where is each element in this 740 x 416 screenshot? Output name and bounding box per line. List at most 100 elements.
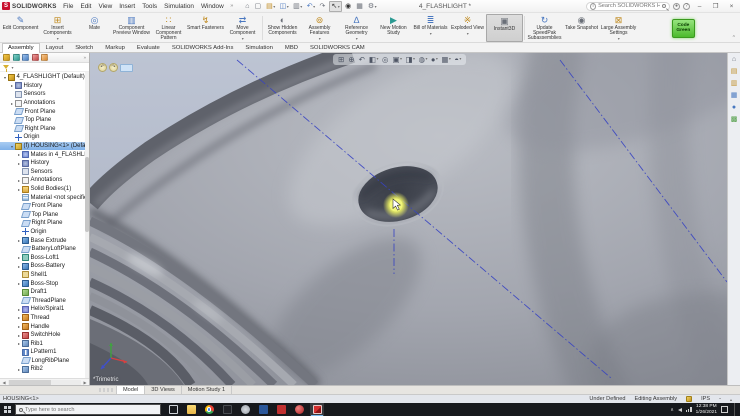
command-tab[interactable]: SOLIDWORKS CAM	[304, 43, 371, 52]
solidworks-resources-icon[interactable]: ⌂	[732, 56, 736, 64]
action-center-icon[interactable]	[721, 406, 728, 413]
feature-tree-item[interactable]: ▾ (f) HOUSING<1> (Default)	[0, 141, 89, 151]
red-app-icon[interactable]	[274, 403, 288, 416]
3d-model-scene[interactable]	[90, 53, 727, 385]
feature-tree-item[interactable]: LongRibPlane	[0, 357, 89, 366]
login-icon[interactable]: ●	[673, 2, 680, 10]
section-view-icon[interactable]: ◧ ▾	[369, 55, 379, 64]
tree-horizontal-scrollbar[interactable]: ◀ ▶	[0, 378, 89, 385]
help-search-box[interactable]: i	[586, 1, 670, 11]
feature-tree-item[interactable]: ▸ Boss-Loft1	[0, 253, 89, 262]
select-icon[interactable]: ↖ ▾	[329, 0, 342, 12]
feature-tree-item[interactable]: ▸ Annotations	[0, 99, 89, 108]
scrollbar-track[interactable]	[8, 379, 81, 385]
restore-button[interactable]: ❐	[709, 2, 722, 10]
feature-tree-item[interactable]: ▸ Base Extrude	[0, 236, 89, 245]
scrollbar-thumb[interactable]	[9, 379, 51, 385]
menu-item[interactable]: Edit	[77, 2, 95, 11]
document-tab[interactable]: Model	[116, 386, 146, 394]
new-document-icon[interactable]: ▢	[253, 1, 262, 12]
chrome-icon[interactable]	[202, 403, 216, 416]
close-button[interactable]: ×	[725, 3, 738, 10]
dark-app-icon[interactable]	[220, 403, 234, 416]
panel-tabs-overflow-icon[interactable]: »	[83, 55, 86, 60]
feature-tree-item[interactable]: ▾ 4_FLASHLIGHT (Default) <Disp	[0, 73, 89, 82]
status-expand-icon[interactable]: ▴	[730, 397, 732, 402]
zoom-to-area-icon[interactable]: ⊕	[348, 55, 355, 64]
menu-item[interactable]: View	[95, 2, 116, 11]
view-back-button[interactable]: ↶	[98, 63, 107, 72]
zoom-to-fit-icon[interactable]: ⊞	[338, 55, 345, 64]
feature-tree-item[interactable]: Top Plane	[0, 211, 89, 220]
take-snapshot-button[interactable]: ◉ Take Snapshot	[563, 14, 600, 42]
scroll-right-icon[interactable]: ▶	[81, 380, 89, 385]
hide-show-items-icon[interactable]: ◍ ▾	[418, 55, 427, 64]
help-icon[interactable]: ?	[683, 2, 690, 10]
feature-tree-item[interactable]: ▸ Boss-Stop	[0, 279, 89, 288]
open-document-icon[interactable]: ▤ ▾	[265, 1, 276, 12]
feature-tree-item[interactable]: Top Plane	[0, 116, 89, 125]
previous-view-icon[interactable]: ↶	[359, 55, 366, 64]
featuremanager-tab-icon[interactable]	[3, 54, 10, 61]
displaymanager-tab-icon[interactable]	[41, 54, 48, 61]
taskbar-search-box[interactable]	[15, 404, 161, 415]
document-tab[interactable]: 3D Views	[145, 386, 182, 394]
appearances-icon[interactable]: ●	[732, 104, 736, 112]
new-motion-study-button[interactable]: ▶ New Motion Study	[375, 14, 412, 42]
search-icon[interactable]	[662, 4, 666, 8]
command-tab[interactable]: Markup	[99, 43, 131, 52]
dynamic-annotation-views-icon[interactable]: ◎	[382, 55, 389, 64]
feature-tree-item[interactable]: Right Plane	[0, 219, 89, 228]
command-tab[interactable]: Sketch	[69, 43, 99, 52]
custom-properties-icon[interactable]: ▩	[731, 116, 738, 124]
edit-component-button[interactable]: ✎ Edit Component	[2, 14, 39, 42]
feature-tree-item[interactable]: Front Plane	[0, 107, 89, 116]
rebuild-icon[interactable]: ◉	[344, 1, 353, 12]
command-tab[interactable]: Layout	[40, 43, 70, 52]
feature-tree-item[interactable]: ▸ History	[0, 159, 89, 168]
dropdown-arrow-icon[interactable]: ▾	[12, 65, 14, 70]
file-explorer-icon[interactable]	[184, 403, 198, 416]
menu-item[interactable]: Insert	[116, 2, 139, 11]
feature-tree-item[interactable]: ▸ History	[0, 82, 89, 91]
view-forward-button[interactable]: ↷	[109, 63, 118, 72]
configurationmanager-tab-icon[interactable]	[22, 54, 29, 61]
feature-tree-item[interactable]: Right Plane	[0, 125, 89, 134]
bill-of-materials-button[interactable]: ≣ Bill of Materials ▾	[412, 14, 449, 42]
instant3d-button[interactable]: ▣ Instant3D	[486, 14, 523, 42]
hidden-icons-caret[interactable]: ∧	[670, 407, 674, 413]
menu-item[interactable]: Window	[197, 2, 227, 11]
command-tab[interactable]: Evaluate	[131, 43, 166, 52]
feature-tree-item[interactable]: ▸ Handle	[0, 322, 89, 331]
task-view-button[interactable]	[166, 403, 180, 416]
feature-tree-item[interactable]: ▸ Rib1	[0, 339, 89, 348]
feature-tree-item[interactable]: Origin	[0, 133, 89, 142]
update-speedpak-button[interactable]: ↻ Update SpeedPak Subassemblies	[526, 14, 563, 42]
tree-vertical-scrollbar[interactable]	[85, 72, 89, 378]
save-icon[interactable]: ◫ ▾	[279, 1, 290, 12]
feature-tree-item[interactable]: ▸ Boss-Battery	[0, 262, 89, 271]
command-tab[interactable]: MBD	[279, 43, 304, 52]
show-desktop-button[interactable]	[734, 403, 738, 416]
exploded-view-button[interactable]: ※ Exploded View ▾	[449, 14, 486, 42]
assembly-features-button[interactable]: ⊚ Assembly Features ▾	[301, 14, 338, 42]
feature-tree-item[interactable]: Front Plane	[0, 202, 89, 211]
feature-tree-item[interactable]: ▸ Helix/Spiral1	[0, 305, 89, 314]
feature-tree-item[interactable]: Draft1	[0, 288, 89, 297]
command-tab[interactable]: SOLIDWORKS Add-Ins	[166, 43, 240, 52]
propertymanager-tab-icon[interactable]	[12, 54, 20, 61]
insert-components-button[interactable]: ⊞ Insert Components ▾	[39, 14, 76, 42]
home-icon[interactable]: ⌂	[244, 1, 251, 12]
file-properties-icon[interactable]: ▦	[355, 1, 364, 12]
design-library-icon[interactable]: ▤	[731, 68, 738, 76]
display-style-icon[interactable]: ◨ ▾	[405, 55, 415, 64]
show-hidden-components-button[interactable]: ◐ Show Hidden Components	[264, 14, 301, 42]
command-tab[interactable]: Assembly	[2, 43, 40, 53]
move-component-button[interactable]: ⇄ Move Component ▾	[224, 14, 261, 42]
feature-tree-item[interactable]: Sensors	[0, 168, 89, 177]
document-tab[interactable]: Motion Study 1	[182, 386, 233, 394]
smart-fasteners-button[interactable]: ↯ Smart Fasteners	[187, 14, 224, 42]
red-round-app-icon[interactable]	[292, 403, 306, 416]
graphics-viewport[interactable]: ↶ ↷ ⊞ ⊕ ↶ ◧ ▾ ◎ ▣ ▾ ◨ ▾ ◍ ▾ ● ▾ ▦ ▾ ◓ ▾ …	[90, 53, 727, 385]
gray-app-icon[interactable]	[238, 403, 252, 416]
